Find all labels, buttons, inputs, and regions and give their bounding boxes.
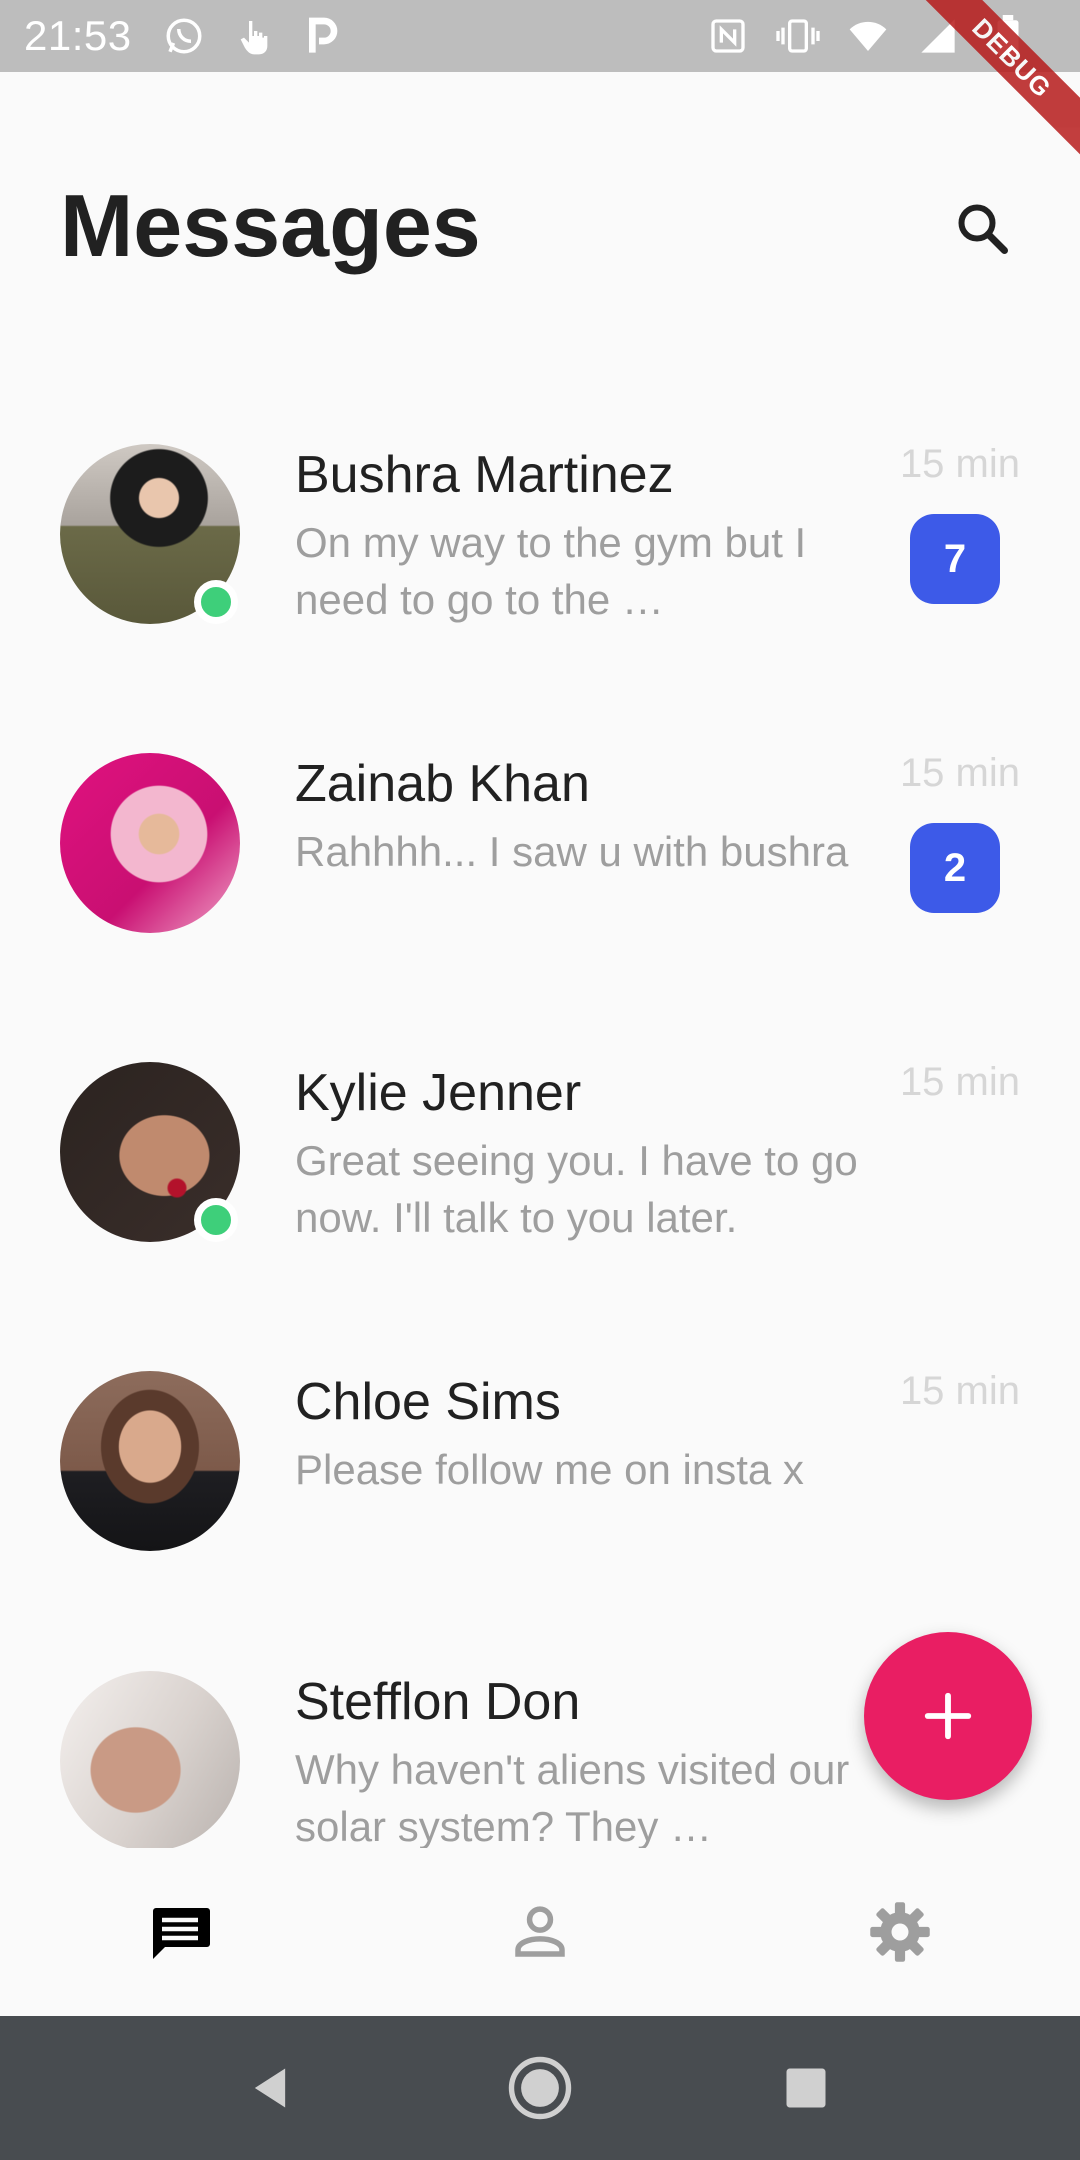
recents-button[interactable] bbox=[766, 2048, 846, 2128]
message-time: 15 min bbox=[899, 751, 1020, 795]
plus-icon bbox=[924, 1692, 972, 1740]
online-status-indicator bbox=[194, 1198, 238, 1242]
touch-icon bbox=[232, 14, 276, 58]
avatar-container bbox=[60, 1062, 240, 1242]
avatar-container bbox=[60, 1371, 240, 1551]
chat-icon bbox=[153, 1908, 210, 1959]
message-item[interactable]: Bushra Martinez On my way to the gym but… bbox=[0, 420, 1080, 680]
nfc-icon bbox=[706, 14, 750, 58]
wifi-icon bbox=[846, 14, 890, 58]
contact-name: Zainab Khan bbox=[295, 755, 590, 813]
person-icon bbox=[515, 1906, 565, 1957]
avatar-container bbox=[60, 444, 240, 624]
online-status-indicator bbox=[194, 580, 238, 624]
avatar-container bbox=[60, 1671, 240, 1850]
vibrate-icon bbox=[776, 14, 820, 58]
contact-name: Stefflon Don bbox=[295, 1673, 581, 1731]
contact-name: Chloe Sims bbox=[295, 1373, 561, 1431]
avatar bbox=[60, 1371, 240, 1551]
avatar bbox=[60, 753, 240, 933]
recents-icon bbox=[786, 2068, 826, 2108]
message-preview: Please follow me on insta x bbox=[295, 1446, 804, 1493]
system-navigation-bar bbox=[0, 2016, 1080, 2160]
search-icon bbox=[958, 204, 1008, 254]
message-list[interactable]: Bushra Martinez On my way to the gym but… bbox=[0, 420, 1080, 1850]
status-bar: 21:53 bbox=[0, 0, 1080, 72]
message-time: 15 min bbox=[899, 442, 1020, 486]
message-preview: On my way to the gym but I need to go to… bbox=[295, 519, 807, 623]
unread-count-badge: 2 bbox=[910, 823, 1000, 913]
new-message-button[interactable] bbox=[864, 1632, 1032, 1800]
nav-item-chats[interactable] bbox=[120, 1872, 240, 1992]
message-item[interactable]: Chloe Sims Please follow me on insta x 1… bbox=[0, 1347, 1080, 1607]
message-time: 15 min bbox=[899, 1060, 1020, 1104]
nav-item-profile[interactable] bbox=[480, 1872, 600, 1992]
page-title: Messages bbox=[60, 176, 481, 275]
unread-count-badge: 7 bbox=[910, 514, 1000, 604]
home-icon bbox=[508, 2056, 572, 2120]
avatar-container bbox=[60, 753, 240, 933]
whatsapp-icon bbox=[162, 14, 206, 58]
parking-icon bbox=[302, 14, 346, 58]
message-item[interactable]: Zainab Khan Rahhhh... I saw u with bushr… bbox=[0, 729, 1080, 989]
back-icon bbox=[254, 2068, 286, 2108]
message-preview: Rahhhh... I saw u with bushra bbox=[295, 828, 849, 875]
back-button[interactable] bbox=[230, 2048, 310, 2128]
avatar bbox=[60, 1671, 240, 1850]
contact-name: Bushra Martinez bbox=[295, 446, 674, 504]
gear-icon bbox=[870, 1902, 930, 1962]
bottom-navigation bbox=[0, 1848, 1080, 2016]
contact-name: Kylie Jenner bbox=[295, 1064, 582, 1122]
status-time: 21:53 bbox=[24, 12, 132, 59]
message-time: 15 min bbox=[899, 1369, 1020, 1413]
home-button[interactable] bbox=[500, 2048, 580, 2128]
app-header: Messages bbox=[0, 72, 1080, 312]
message-preview: Great seeing you. I have to go now. I'll… bbox=[295, 1137, 858, 1241]
search-button[interactable] bbox=[950, 196, 1014, 260]
nav-item-settings[interactable] bbox=[840, 1872, 960, 1992]
status-notification-icons bbox=[162, 14, 346, 58]
message-item[interactable]: Kylie Jenner Great seeing you. I have to… bbox=[0, 1038, 1080, 1298]
message-preview: Why haven't aliens visited our solar sys… bbox=[295, 1746, 850, 1850]
